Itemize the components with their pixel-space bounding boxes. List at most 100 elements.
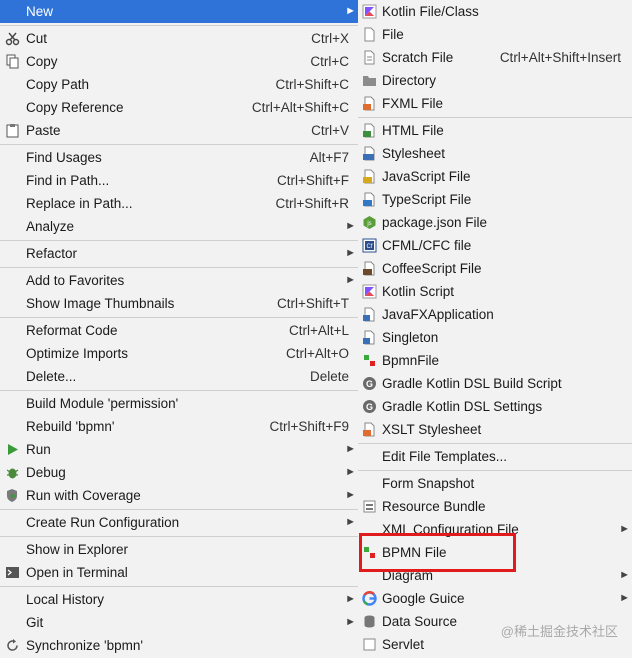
menu-item-edit-file-templates[interactable]: Edit File Templates... xyxy=(358,445,632,468)
menu-item-google-guice[interactable]: Google Guice ► xyxy=(358,587,632,610)
menu-item-scratch-file[interactable]: Scratch File Ctrl+Alt+Shift+Insert xyxy=(358,46,632,69)
menu-item-bpmn-file[interactable]: BPMN File xyxy=(358,541,632,564)
npm-icon: js xyxy=(363,216,376,229)
separator xyxy=(0,586,358,587)
gradle-icon: G xyxy=(363,400,376,413)
menu-item-cut[interactable]: Cut Ctrl+X xyxy=(0,27,358,50)
submenu-arrow-icon: ► xyxy=(619,592,630,604)
menu-item-copy-reference[interactable]: Copy Reference Ctrl+Alt+Shift+C xyxy=(0,96,358,119)
new-submenu: Kotlin File/Class File Scratch File Ctrl… xyxy=(358,0,632,658)
menu-item-html-file[interactable]: HTML File xyxy=(358,119,632,142)
submenu-arrow-icon: ► xyxy=(345,274,356,286)
menu-item-bpmnfile[interactable]: BpmnFile xyxy=(358,349,632,372)
separator xyxy=(0,144,358,145)
menu-item-gradle-kotlin-dsl-settings[interactable]: G Gradle Kotlin DSL Settings xyxy=(358,395,632,418)
menu-item-diagram[interactable]: Diagram ► xyxy=(358,564,632,587)
submenu-arrow-icon: ► xyxy=(619,523,630,535)
cfml-file-icon: Cf xyxy=(362,238,377,253)
menu-item-create-run-configuration[interactable]: Create Run Configuration ► xyxy=(0,511,358,534)
resource-bundle-icon xyxy=(363,500,376,513)
separator xyxy=(0,240,358,241)
menu-item-show-in-explorer[interactable]: Show in Explorer xyxy=(0,538,358,561)
terminal-icon xyxy=(6,567,19,578)
typescript-file-icon xyxy=(363,192,375,207)
menu-item-analyze[interactable]: Analyze ► xyxy=(0,215,358,238)
menu-item-show-image-thumbnails[interactable]: Show Image Thumbnails Ctrl+Shift+T xyxy=(0,292,358,315)
separator xyxy=(358,117,632,118)
menu-item-package-json-file[interactable]: js package.json File xyxy=(358,211,632,234)
menu-item-run[interactable]: Run ► xyxy=(0,438,358,461)
svg-text:G: G xyxy=(366,402,373,412)
kotlin-script-icon xyxy=(362,284,377,299)
database-icon xyxy=(364,615,375,628)
menu-item-build-module[interactable]: Build Module 'permission' xyxy=(0,392,358,415)
menu-item-git[interactable]: Git ► xyxy=(0,611,358,634)
run-icon xyxy=(8,444,18,455)
file-icon xyxy=(364,27,375,42)
menu-item-open-in-terminal[interactable]: Open in Terminal xyxy=(0,561,358,584)
html-file-icon xyxy=(363,123,375,138)
menu-item-reformat-code[interactable]: Reformat Code Ctrl+Alt+L xyxy=(0,319,358,342)
menu-item-xml-configuration-file[interactable]: XML Configuration File ► xyxy=(358,518,632,541)
menu-item-replace-in-path[interactable]: Replace in Path... Ctrl+Shift+R xyxy=(0,192,358,215)
submenu-arrow-icon: ► xyxy=(345,443,356,455)
separator xyxy=(358,443,632,444)
separator xyxy=(358,470,632,471)
menu-item-add-to-favorites[interactable]: Add to Favorites ► xyxy=(0,269,358,292)
menu-item-file[interactable]: File xyxy=(358,23,632,46)
menu-item-typescript-file[interactable]: TypeScript File xyxy=(358,188,632,211)
scratch-file-icon xyxy=(364,50,375,65)
submenu-arrow-icon: ► xyxy=(345,593,356,605)
watermark: @稀土掘金技术社区 xyxy=(500,624,618,639)
javascript-file-icon xyxy=(363,169,375,184)
java-file-icon xyxy=(363,330,375,345)
menu-item-gradle-kotlin-dsl-build-script[interactable]: G Gradle Kotlin DSL Build Script xyxy=(358,372,632,395)
submenu-arrow-icon: ► xyxy=(345,220,356,232)
menu-item-refactor[interactable]: Refactor ► xyxy=(0,242,358,265)
menu-item-form-snapshot[interactable]: Form Snapshot xyxy=(358,472,632,495)
css-file-icon xyxy=(363,146,375,161)
separator xyxy=(0,536,358,537)
separator xyxy=(0,390,358,391)
menu-item-directory[interactable]: Directory xyxy=(358,69,632,92)
menu-item-coffeescript-file[interactable]: CoffeeScript File xyxy=(358,257,632,280)
menu-item-copy[interactable]: Copy Ctrl+C xyxy=(0,50,358,73)
separator xyxy=(0,509,358,510)
menu-item-xslt-stylesheet[interactable]: XSLT Stylesheet xyxy=(358,418,632,441)
menu-item-singleton[interactable]: Singleton xyxy=(358,326,632,349)
menu-item-find-usages[interactable]: Find Usages Alt+F7 xyxy=(0,146,358,169)
menu-item-find-in-path[interactable]: Find in Path... Ctrl+Shift+F xyxy=(0,169,358,192)
servlet-icon xyxy=(363,638,376,651)
project-context-menu: New ► Cut Ctrl+X Copy Ctrl+C Copy Path C… xyxy=(0,0,359,658)
copy-icon xyxy=(6,54,19,69)
menu-item-debug[interactable]: Debug ► xyxy=(0,461,358,484)
menu-item-delete[interactable]: Delete... Delete xyxy=(0,365,358,388)
menu-item-copy-path[interactable]: Copy Path Ctrl+Shift+C xyxy=(0,73,358,96)
menu-item-javascript-file[interactable]: JavaScript File xyxy=(358,165,632,188)
coffeescript-file-icon xyxy=(363,261,375,276)
google-icon xyxy=(362,591,377,606)
menu-item-kotlin-file-class[interactable]: Kotlin File/Class xyxy=(358,0,632,23)
submenu-arrow-icon: ► xyxy=(345,489,356,501)
sync-icon xyxy=(7,639,18,651)
menu-item-local-history[interactable]: Local History ► xyxy=(0,588,358,611)
bpmn-file-icon xyxy=(364,547,375,558)
menu-item-stylesheet[interactable]: Stylesheet xyxy=(358,142,632,165)
menu-item-optimize-imports[interactable]: Optimize Imports Ctrl+Alt+O xyxy=(0,342,358,365)
menu-item-new[interactable]: New ► xyxy=(0,0,358,23)
gradle-icon: G xyxy=(363,377,376,390)
menu-item-paste[interactable]: Paste Ctrl+V xyxy=(0,119,358,142)
menu-item-cfml-cfc-file[interactable]: Cf CFML/CFC file xyxy=(358,234,632,257)
submenu-arrow-icon: ► xyxy=(345,616,356,628)
menu-item-javafx-application[interactable]: JavaFXApplication xyxy=(358,303,632,326)
menu-item-synchronize[interactable]: Synchronize 'bpmn' xyxy=(0,634,358,657)
menu-item-fxml-file[interactable]: FXML File xyxy=(358,92,632,115)
xslt-file-icon xyxy=(363,422,375,437)
menu-item-resource-bundle[interactable]: Resource Bundle xyxy=(358,495,632,518)
java-file-icon xyxy=(363,307,375,322)
menu-item-run-with-coverage[interactable]: Run with Coverage ► xyxy=(0,484,358,507)
separator xyxy=(0,267,358,268)
submenu-arrow-icon: ► xyxy=(345,516,356,528)
menu-item-kotlin-script[interactable]: Kotlin Script xyxy=(358,280,632,303)
menu-item-rebuild[interactable]: Rebuild 'bpmn' Ctrl+Shift+F9 xyxy=(0,415,358,438)
